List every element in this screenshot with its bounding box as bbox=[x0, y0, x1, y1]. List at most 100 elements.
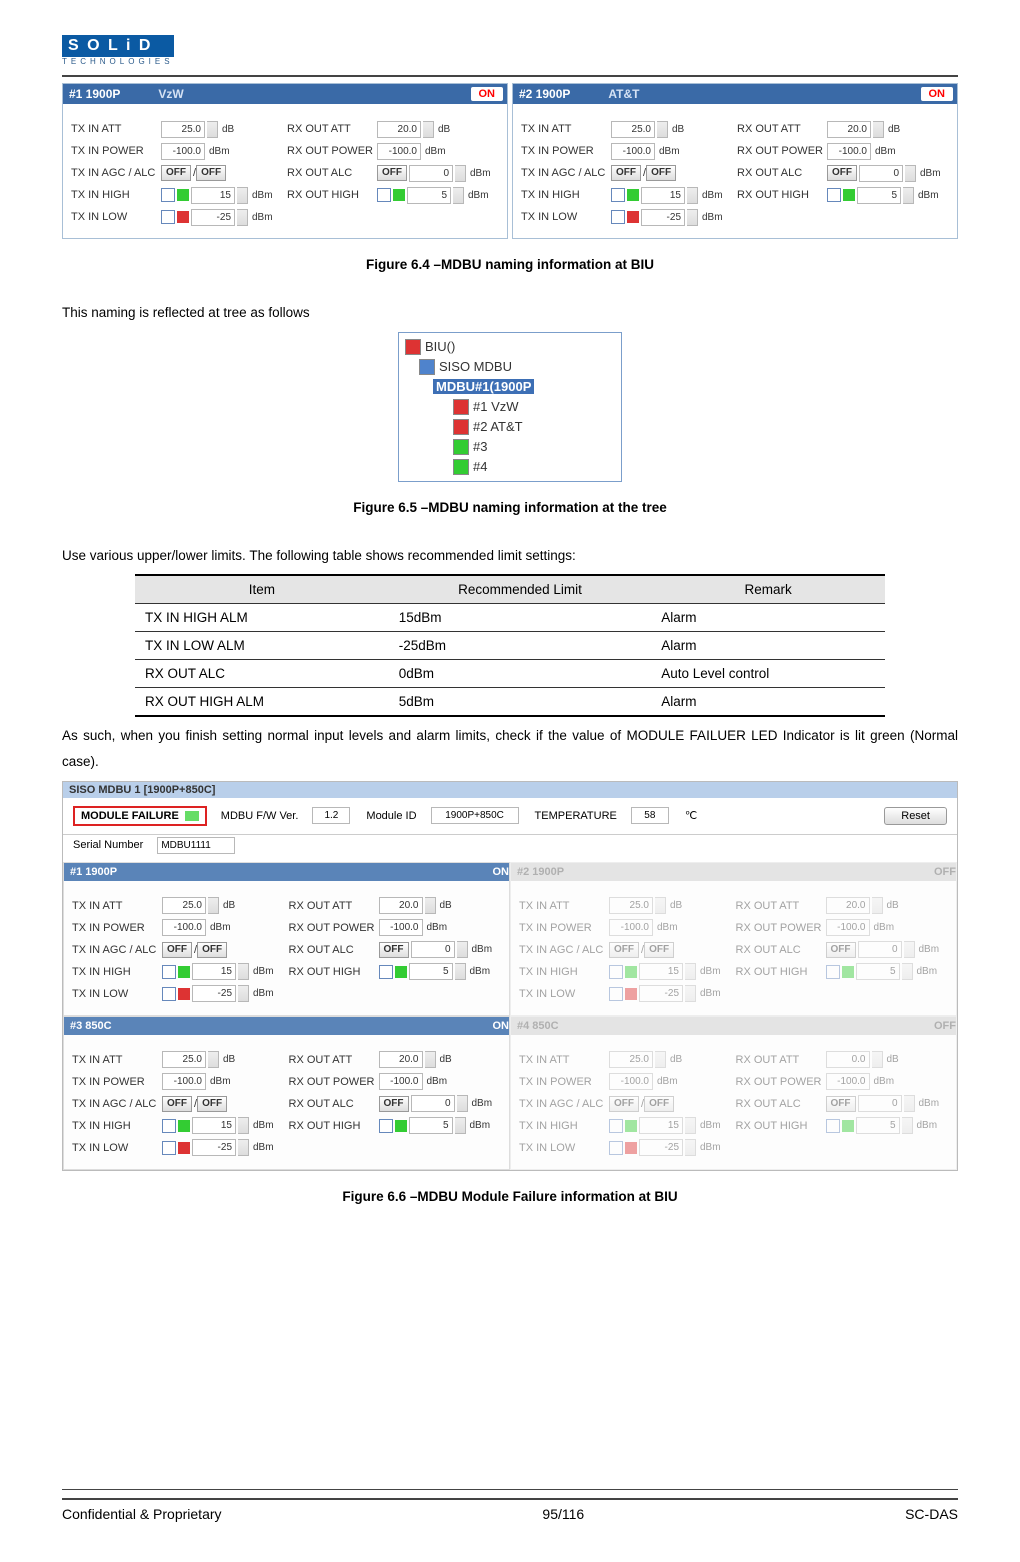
spinner-icon[interactable] bbox=[905, 165, 916, 182]
rx-out-power-field[interactable]: -100.0 bbox=[826, 1073, 870, 1090]
rx-out-power-field[interactable]: -100.0 bbox=[826, 919, 870, 936]
checkbox[interactable] bbox=[161, 188, 175, 202]
spinner-icon[interactable] bbox=[238, 1117, 249, 1134]
rx-alc-field[interactable]: 0 bbox=[411, 941, 455, 958]
tree-item[interactable]: #3 bbox=[473, 439, 487, 454]
tx-in-low-field[interactable]: -25 bbox=[192, 985, 236, 1002]
modid-field[interactable]: 1900P+850C bbox=[431, 807, 519, 824]
spinner-icon[interactable] bbox=[904, 941, 915, 958]
tx-in-power-field[interactable]: -100.0 bbox=[609, 1073, 653, 1090]
alc-off-button[interactable]: OFF bbox=[644, 1096, 674, 1112]
checkbox[interactable] bbox=[162, 1141, 176, 1155]
spinner-icon[interactable] bbox=[238, 1139, 249, 1156]
spinner-icon[interactable] bbox=[237, 209, 248, 226]
rx-alc-off-button[interactable]: OFF bbox=[826, 942, 856, 958]
rx-alc-field[interactable]: 0 bbox=[409, 165, 453, 182]
spinner-icon[interactable] bbox=[685, 963, 696, 980]
tx-in-att-field[interactable]: 25.0 bbox=[611, 121, 655, 138]
spinner-icon[interactable] bbox=[872, 1051, 883, 1068]
checkbox[interactable] bbox=[826, 1119, 840, 1133]
tx-in-high-field[interactable]: 15 bbox=[192, 1117, 236, 1134]
tx-in-high-field[interactable]: 15 bbox=[192, 963, 236, 980]
tx-in-low-field[interactable]: -25 bbox=[192, 1139, 236, 1156]
alc-off-button[interactable]: OFF bbox=[644, 942, 674, 958]
tx-in-att-field[interactable]: 25.0 bbox=[609, 897, 653, 914]
agc-off-button[interactable]: OFF bbox=[161, 165, 191, 181]
checkbox[interactable] bbox=[609, 965, 623, 979]
tx-in-low-field[interactable]: -25 bbox=[639, 1139, 683, 1156]
tx-in-att-field[interactable]: 25.0 bbox=[162, 897, 206, 914]
tx-in-power-field[interactable]: -100.0 bbox=[162, 919, 206, 936]
alc-off-button[interactable]: OFF bbox=[196, 165, 226, 181]
spinner-icon[interactable] bbox=[208, 897, 219, 914]
tx-in-power-field[interactable]: -100.0 bbox=[611, 143, 655, 160]
spinner-icon[interactable] bbox=[238, 985, 249, 1002]
rx-out-power-field[interactable]: -100.0 bbox=[377, 143, 421, 160]
rx-out-high-field[interactable]: 5 bbox=[856, 1117, 900, 1134]
tx-in-high-field[interactable]: 15 bbox=[641, 187, 685, 204]
spinner-icon[interactable] bbox=[237, 187, 248, 204]
reset-button[interactable]: Reset bbox=[884, 807, 947, 825]
tx-in-power-field[interactable]: -100.0 bbox=[609, 919, 653, 936]
spinner-icon[interactable] bbox=[687, 187, 698, 204]
checkbox[interactable] bbox=[161, 210, 175, 224]
checkbox[interactable] bbox=[162, 965, 176, 979]
tx-in-high-field[interactable]: 15 bbox=[191, 187, 235, 204]
spinner-icon[interactable] bbox=[902, 1117, 913, 1134]
spinner-icon[interactable] bbox=[873, 121, 884, 138]
tx-in-low-field[interactable]: -25 bbox=[639, 985, 683, 1002]
spinner-icon[interactable] bbox=[455, 165, 466, 182]
tree-item[interactable]: #2 AT&T bbox=[473, 419, 523, 434]
spinner-icon[interactable] bbox=[238, 963, 249, 980]
spinner-icon[interactable] bbox=[657, 121, 668, 138]
rx-out-att-field[interactable]: 0.0 bbox=[826, 1051, 870, 1068]
alc-off-button[interactable]: OFF bbox=[646, 165, 676, 181]
tx-in-power-field[interactable]: -100.0 bbox=[161, 143, 205, 160]
spinner-icon[interactable] bbox=[425, 1051, 436, 1068]
tx-in-low-field[interactable]: -25 bbox=[191, 209, 235, 226]
rx-alc-off-button[interactable]: OFF bbox=[377, 165, 407, 181]
temp-field[interactable]: 58 bbox=[631, 807, 669, 824]
agc-off-button[interactable]: OFF bbox=[162, 1096, 192, 1112]
checkbox[interactable] bbox=[609, 1141, 623, 1155]
rx-alc-field[interactable]: 0 bbox=[411, 1095, 455, 1112]
spinner-icon[interactable] bbox=[685, 985, 696, 1002]
checkbox[interactable] bbox=[827, 188, 841, 202]
agc-off-button[interactable]: OFF bbox=[609, 1096, 639, 1112]
spinner-icon[interactable] bbox=[655, 897, 666, 914]
checkbox[interactable] bbox=[162, 1119, 176, 1133]
tx-in-att-field[interactable]: 25.0 bbox=[609, 1051, 653, 1068]
checkbox[interactable] bbox=[379, 965, 393, 979]
rx-out-high-field[interactable]: 5 bbox=[409, 1117, 453, 1134]
checkbox[interactable] bbox=[609, 1119, 623, 1133]
serial-field[interactable]: MDBU1111 bbox=[157, 837, 235, 854]
checkbox[interactable] bbox=[826, 965, 840, 979]
rx-out-att-field[interactable]: 20.0 bbox=[379, 897, 423, 914]
rx-alc-field[interactable]: 0 bbox=[858, 941, 902, 958]
rx-out-att-field[interactable]: 20.0 bbox=[379, 1051, 423, 1068]
rx-out-power-field[interactable]: -100.0 bbox=[827, 143, 871, 160]
spinner-icon[interactable] bbox=[455, 963, 466, 980]
fw-field[interactable]: 1.2 bbox=[312, 807, 350, 824]
tx-in-att-field[interactable]: 25.0 bbox=[162, 1051, 206, 1068]
rx-out-att-field[interactable]: 20.0 bbox=[827, 121, 871, 138]
rx-alc-off-button[interactable]: OFF bbox=[827, 165, 857, 181]
tree-item[interactable]: #1 VzW bbox=[473, 399, 519, 414]
rx-out-high-field[interactable]: 5 bbox=[857, 187, 901, 204]
agc-off-button[interactable]: OFF bbox=[611, 165, 641, 181]
spinner-icon[interactable] bbox=[425, 897, 436, 914]
rx-alc-off-button[interactable]: OFF bbox=[379, 942, 409, 958]
agc-off-button[interactable]: OFF bbox=[162, 942, 192, 958]
tx-in-high-field[interactable]: 15 bbox=[639, 1117, 683, 1134]
alc-off-button[interactable]: OFF bbox=[197, 942, 227, 958]
rx-out-high-field[interactable]: 5 bbox=[856, 963, 900, 980]
spinner-icon[interactable] bbox=[902, 963, 913, 980]
rx-out-high-field[interactable]: 5 bbox=[409, 963, 453, 980]
spinner-icon[interactable] bbox=[207, 121, 218, 138]
checkbox[interactable] bbox=[377, 188, 391, 202]
rx-out-power-field[interactable]: -100.0 bbox=[379, 1073, 423, 1090]
rx-alc-field[interactable]: 0 bbox=[858, 1095, 902, 1112]
tx-in-power-field[interactable]: -100.0 bbox=[162, 1073, 206, 1090]
tx-in-att-field[interactable]: 25.0 bbox=[161, 121, 205, 138]
spinner-icon[interactable] bbox=[453, 187, 464, 204]
